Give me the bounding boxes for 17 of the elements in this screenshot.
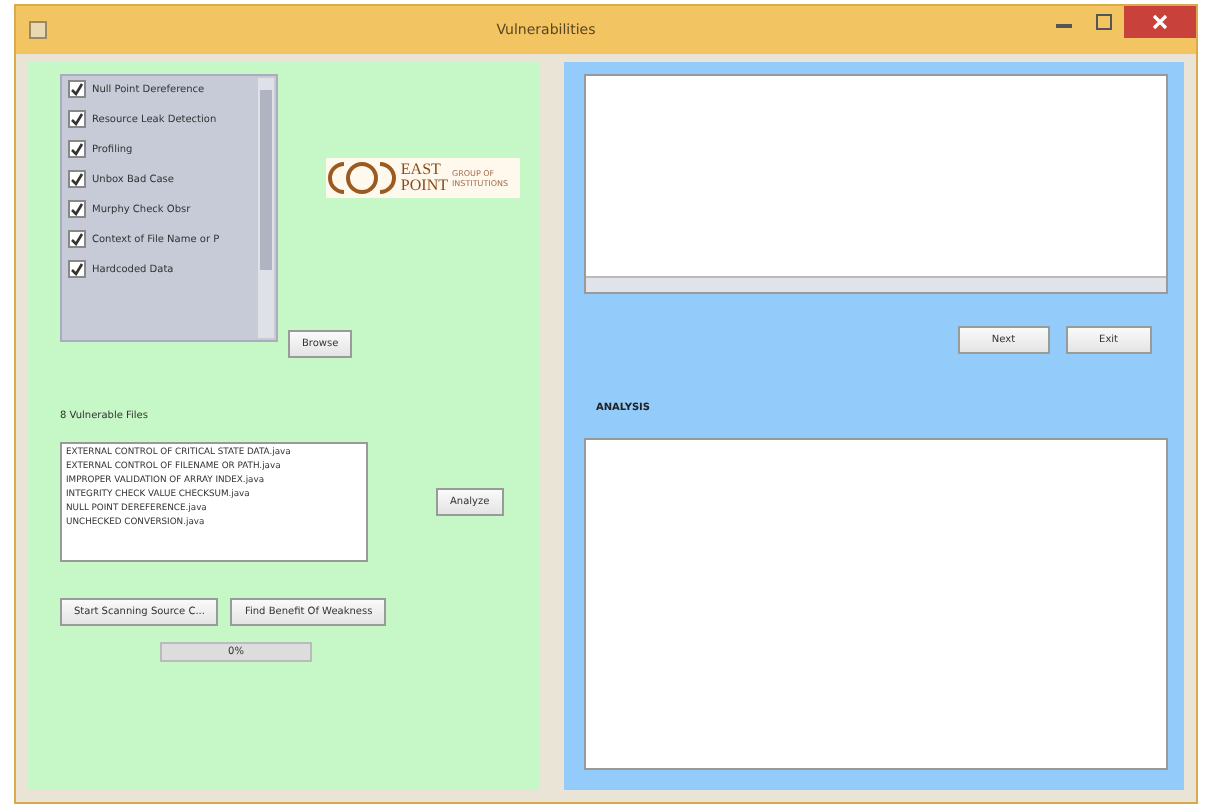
checkbox[interactable] [68,110,86,128]
checkbox[interactable] [68,260,86,278]
app-icon [28,20,48,40]
checkbox[interactable] [68,230,86,248]
checkbox[interactable] [68,80,86,98]
close-button[interactable] [1124,6,1196,38]
logo-text: POINT [400,178,448,194]
logo-text: EAST [400,162,443,178]
scrollbar[interactable] [586,276,1166,292]
scrollbar[interactable] [258,78,275,338]
close-icon [1152,14,1168,30]
checkbox[interactable] [68,170,86,188]
logo-icon [328,160,397,196]
maximize-icon [1096,14,1112,30]
output-area[interactable] [584,74,1168,294]
checkbox[interactable] [68,140,86,158]
checkbox[interactable] [68,200,86,218]
